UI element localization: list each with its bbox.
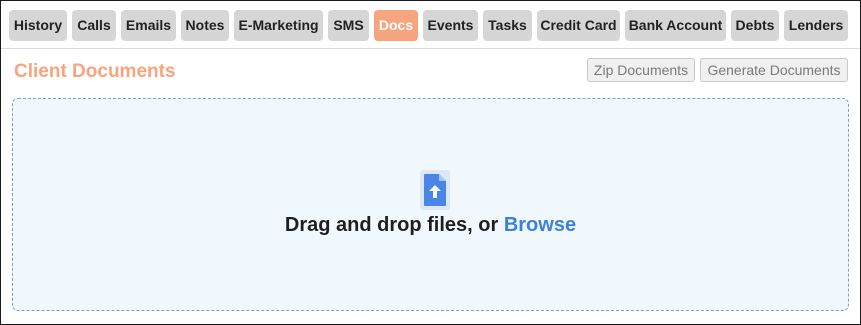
tab-sms[interactable]: SMS <box>328 10 369 41</box>
tab-debts[interactable]: Debts <box>731 10 779 41</box>
file-dropzone[interactable]: Drag and drop files, or Browse <box>12 98 849 311</box>
client-documents-panel: History Calls Emails Notes E-Marketing S… <box>0 0 861 325</box>
tab-calls[interactable]: Calls <box>72 10 116 41</box>
tab-history[interactable]: History <box>9 10 67 41</box>
tab-docs[interactable]: Docs <box>374 10 418 41</box>
tab-tasks[interactable]: Tasks <box>483 10 532 41</box>
zip-documents-button[interactable]: Zip Documents <box>587 58 695 82</box>
tab-bar: History Calls Emails Notes E-Marketing S… <box>1 1 860 49</box>
tab-emails[interactable]: Emails <box>121 10 176 41</box>
tab-e-marketing[interactable]: E-Marketing <box>234 10 323 41</box>
tab-bank-account[interactable]: Bank Account <box>625 10 726 41</box>
tab-notes[interactable]: Notes <box>181 10 229 41</box>
tab-events[interactable]: Events <box>423 10 478 41</box>
file-upload-icon <box>420 170 450 210</box>
browse-link[interactable]: Browse <box>504 214 576 236</box>
dropzone-text: Drag and drop files, or <box>284 214 504 236</box>
section-title: Client Documents <box>14 61 176 82</box>
tab-lenders[interactable]: Lenders <box>784 10 848 41</box>
dropzone-instructions: Drag and drop files, or Browse <box>13 214 848 237</box>
generate-documents-button[interactable]: Generate Documents <box>700 58 848 82</box>
tab-credit-card[interactable]: Credit Card <box>537 10 620 41</box>
